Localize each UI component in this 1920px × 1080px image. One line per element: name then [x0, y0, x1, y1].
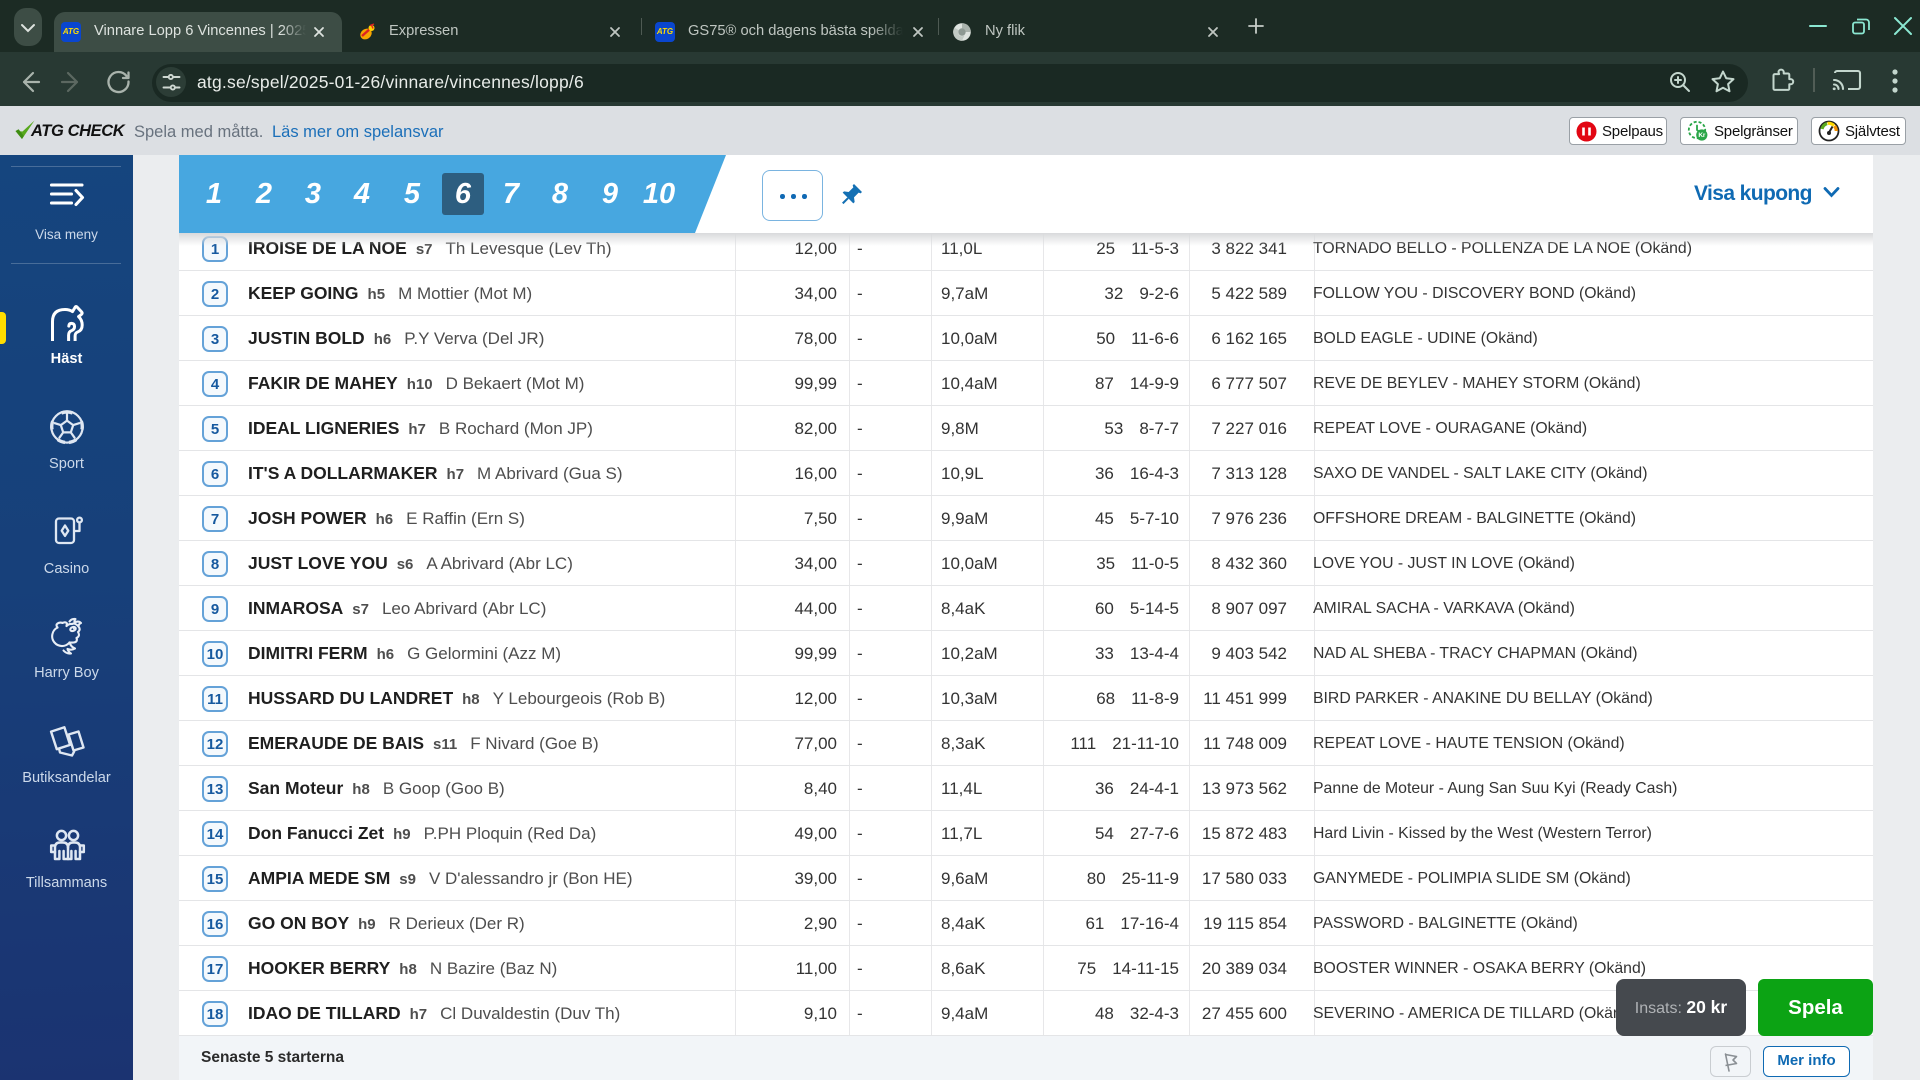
- svg-text:Kr: Kr: [1698, 132, 1705, 139]
